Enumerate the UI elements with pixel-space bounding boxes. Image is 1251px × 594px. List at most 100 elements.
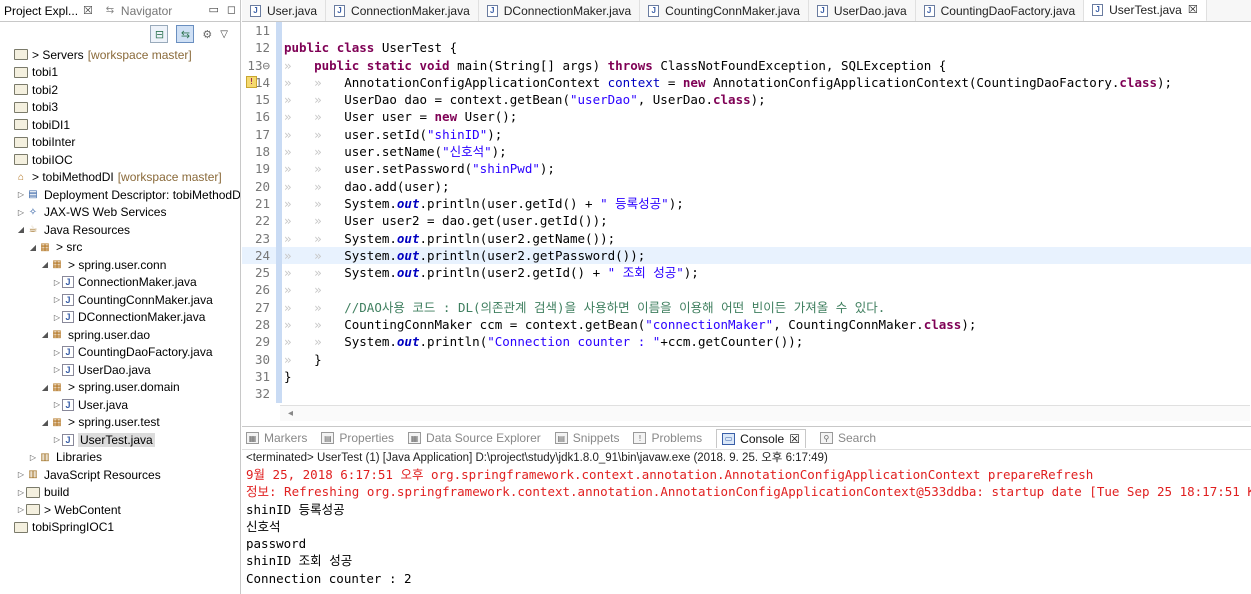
tree-item[interactable]: ◢ ▦ > src <box>0 239 240 257</box>
tab-project-explorer[interactable]: Project Expl... ☒ <box>4 4 93 18</box>
editor-tab[interactable]: J DConnectionMaker.java <box>479 0 641 21</box>
tree-item[interactable]: ▷ > WebContent <box>0 501 240 519</box>
code-line[interactable]: 22 » » User user2 = dao.get(user.getId())… <box>242 212 1251 230</box>
tree-item[interactable]: ▷ J CountingConnMaker.java <box>0 291 240 309</box>
code-line[interactable]: 17 » » user.setId("shinID"); <box>242 125 1251 144</box>
tree-item[interactable]: tobiIOC <box>0 151 240 169</box>
bottom-tab[interactable]: ▦ Markers <box>246 431 307 445</box>
console-line: password <box>246 536 307 552</box>
code-line[interactable]: 18 » » user.setName("신호석"); <box>242 143 1251 161</box>
tree-item[interactable]: > Servers [workspace master] <box>0 46 240 64</box>
code-line[interactable]: 27 » » //DAO사용 코드 : DL(의존관계 검색)을 사용하면 이름을… <box>242 298 1251 317</box>
bottom-tab[interactable]: ▤ Properties <box>321 431 394 445</box>
expand-toggle-icon[interactable]: ▷ <box>28 453 38 462</box>
tree-item[interactable]: ◢ ▦ spring.user.dao <box>0 326 240 344</box>
tree-item[interactable]: ▷ ▥ Libraries <box>0 449 240 467</box>
expand-toggle-icon[interactable]: ▷ <box>16 505 26 514</box>
expand-toggle-icon[interactable]: ◢ <box>40 260 50 269</box>
expand-toggle-icon[interactable]: ▷ <box>52 435 62 444</box>
editor-tab[interactable]: J CountingDaoFactory.java <box>916 0 1085 21</box>
tree-item[interactable]: tobi3 <box>0 99 240 117</box>
expand-toggle-icon[interactable]: ▷ <box>52 313 62 322</box>
code-line[interactable]: 29 » » System.out.println("Connection cou… <box>242 333 1251 351</box>
expand-toggle-icon[interactable]: ◢ <box>28 243 38 252</box>
tree-item[interactable]: ▷ J DConnectionMaker.java <box>0 309 240 327</box>
code-line[interactable]: 19 » » user.setPassword("shinPwd"); <box>242 160 1251 178</box>
code-line[interactable]: 11 <box>242 22 1251 40</box>
maximize-icon[interactable]: ◻ <box>227 3 236 16</box>
editor-tab-label: CountingConnMaker.java <box>665 3 800 18</box>
expand-toggle-icon[interactable]: ◢ <box>40 383 50 392</box>
scroll-left-icon[interactable]: ◂ <box>288 408 293 419</box>
java-file-icon: J <box>62 398 74 411</box>
minimize-icon[interactable]: ▭ <box>208 3 218 16</box>
tree-item[interactable]: ▷ J CountingDaoFactory.java <box>0 344 240 362</box>
expand-toggle-icon[interactable]: ◢ <box>16 225 26 234</box>
bottom-tab[interactable]: ⚲ Search <box>819 431 876 445</box>
tree-item[interactable]: ▷ build <box>0 484 240 502</box>
code-area[interactable]: 11 12 public class UserTest {13⊖ » public s… <box>242 22 1251 403</box>
expand-toggle-icon[interactable]: ▷ <box>16 488 26 497</box>
tree-item[interactable]: ▷ J ConnectionMaker.java <box>0 274 240 292</box>
expand-toggle-icon[interactable]: ◢ <box>40 330 50 339</box>
tab-navigator[interactable]: ⇆ Navigator <box>103 4 173 18</box>
chevron-down-icon[interactable]: ▽ <box>220 29 228 40</box>
horizontal-scrollbar[interactable]: ◂ <box>280 405 1250 421</box>
bottom-tab[interactable]: ▦ Data Source Explorer <box>408 431 541 445</box>
expand-toggle-icon[interactable]: ▷ <box>52 348 62 357</box>
tree-item[interactable]: ▷ ▤ Deployment Descriptor: tobiMethodDI <box>0 186 240 204</box>
code-line[interactable]: 23 » » System.out.println(user2.getName()… <box>242 229 1251 247</box>
code-line[interactable]: 21 » » System.out.println(user.getId() + … <box>242 194 1251 213</box>
expand-toggle-icon[interactable]: ▷ <box>52 365 62 374</box>
expand-toggle-icon[interactable]: ▷ <box>16 470 26 479</box>
code-line[interactable]: 15 » » UserDao dao = context.getBean("use… <box>242 91 1251 109</box>
code-line[interactable]: 32 <box>242 385 1251 403</box>
tree-item[interactable]: tobiSpringIOC1 <box>0 519 240 537</box>
tree-item[interactable]: ◢ ▦ > spring.user.domain <box>0 379 240 397</box>
bottom-tab[interactable]: ▤ Snippets <box>554 431 619 445</box>
code-line[interactable]: 26 » » <box>242 281 1251 299</box>
code-line[interactable]: 25 » » System.out.println(user2.getId() +… <box>242 264 1251 282</box>
code-line[interactable]: 16 » » User user = new User(); <box>242 108 1251 126</box>
tree-item[interactable]: tobi1 <box>0 64 240 82</box>
tree-item[interactable]: ▷ ▥ JavaScript Resources <box>0 466 240 484</box>
tree-item[interactable]: tobi2 <box>0 81 240 99</box>
code-line[interactable]: 28 » » CountingConnMaker ccm = context.ge… <box>242 316 1251 334</box>
tree-item[interactable]: ◢ ☕ Java Resources <box>0 221 240 239</box>
close-icon[interactable]: ☒ <box>1188 3 1198 16</box>
close-icon[interactable]: ☒ <box>789 432 800 446</box>
expand-toggle-icon[interactable]: ▷ <box>52 400 62 409</box>
expand-toggle-icon[interactable]: ▷ <box>16 208 26 217</box>
code-line[interactable]: 30 » } <box>242 350 1251 368</box>
editor-tab[interactable]: J CountingConnMaker.java <box>640 0 809 21</box>
tree-item[interactable]: ▷ ✧ JAX-WS Web Services <box>0 204 240 222</box>
code-line[interactable]: 14!» » AnnotationConfigApplicationContex… <box>242 73 1251 92</box>
editor-tab[interactable]: J UserTest.java ☒ <box>1084 0 1207 21</box>
code-line[interactable]: 24 » » System.out.println(user2.getPasswo… <box>242 246 1251 265</box>
editor-tab[interactable]: J User.java <box>242 0 327 21</box>
code-line[interactable]: 20 » » dao.add(user); <box>242 177 1251 195</box>
expand-toggle-icon[interactable]: ▷ <box>52 295 62 304</box>
tree-item[interactable]: ◢ ▦ > spring.user.conn <box>0 256 240 274</box>
editor-tab[interactable]: J UserDao.java <box>809 0 916 21</box>
tree-item[interactable]: ▷ J UserTest.java <box>0 431 240 449</box>
editor-tab[interactable]: J ConnectionMaker.java <box>326 0 479 21</box>
bottom-tab[interactable]: ▭ Console ☒ <box>716 428 806 448</box>
collapse-all-icon[interactable]: ⊟ <box>150 25 169 43</box>
expand-toggle-icon[interactable]: ▷ <box>52 278 62 287</box>
code-line[interactable]: 13⊖ » public static void main(String[] ar… <box>242 56 1251 74</box>
link-with-editor-icon[interactable]: ⇆ <box>176 25 195 43</box>
code-line[interactable]: 31} <box>242 367 1251 386</box>
expand-toggle-icon[interactable]: ▷ <box>16 190 26 199</box>
close-icon[interactable]: ☒ <box>83 4 93 17</box>
bottom-tab[interactable]: ! Problems <box>633 431 702 445</box>
tree-item[interactable]: ▷ J User.java <box>0 396 240 414</box>
tree-item[interactable]: tobiDI1 <box>0 116 240 134</box>
tree-item[interactable]: ◢ ▦ > spring.user.test <box>0 414 240 432</box>
expand-toggle-icon[interactable]: ◢ <box>40 418 50 427</box>
tree-item[interactable]: ⌂ > tobiMethodDI [workspace master] <box>0 169 240 187</box>
tree-item[interactable]: ▷ J UserDao.java <box>0 361 240 379</box>
code-line[interactable]: 12 public class UserTest { <box>242 39 1251 57</box>
tree-item[interactable]: tobiInter <box>0 134 240 152</box>
view-menu-icon[interactable]: ⚙ <box>202 28 212 41</box>
